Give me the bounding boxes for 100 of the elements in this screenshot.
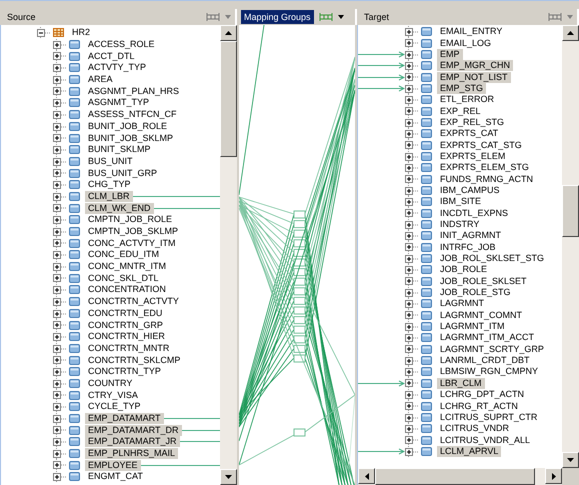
expand-icon[interactable]: [53, 156, 67, 168]
table-name[interactable]: EMP: [437, 48, 463, 60]
expand-icon[interactable]: [405, 241, 419, 254]
table-name[interactable]: CONC_ACTVTY_ITM: [85, 238, 179, 249]
expand-icon[interactable]: [53, 448, 67, 460]
expand-icon[interactable]: [53, 366, 67, 378]
table-name[interactable]: INTRFC_JOB: [437, 242, 499, 253]
table-name[interactable]: CONC_MNTR_ITM: [85, 261, 169, 272]
expand-icon[interactable]: [405, 82, 419, 94]
expand-icon[interactable]: [405, 218, 419, 230]
table-name[interactable]: JOB_ROLE_STG: [437, 287, 514, 298]
expand-icon[interactable]: [405, 422, 419, 435]
expand-icon[interactable]: [405, 275, 419, 288]
table-name[interactable]: ETL_ERROR: [437, 94, 498, 106]
expand-icon[interactable]: [405, 252, 419, 264]
expand-icon[interactable]: [53, 272, 67, 284]
expand-icon[interactable]: [405, 60, 419, 72]
scroll-down-button[interactable]: [562, 452, 579, 468]
table-name[interactable]: IBM_SITE: [437, 196, 484, 208]
expand-icon[interactable]: [53, 260, 67, 272]
table-name[interactable]: ACTVTY_TYP: [85, 62, 150, 74]
table-name[interactable]: LCHRG_RT_ACTN: [437, 400, 521, 412]
table-name[interactable]: CONCTRTN_GRP: [85, 320, 166, 331]
expand-icon[interactable]: [53, 424, 67, 436]
table-name[interactable]: LAGRMNT_ITM_ACCT: [437, 332, 538, 344]
table-name[interactable]: AREA: [85, 74, 116, 86]
expand-icon[interactable]: [405, 286, 419, 298]
table-name[interactable]: CONCENTRATION: [85, 284, 169, 296]
expand-icon[interactable]: [53, 97, 67, 109]
expand-icon[interactable]: [405, 128, 419, 140]
table-name[interactable]: ASGNMT_TYP: [85, 97, 152, 108]
expand-icon[interactable]: [53, 38, 67, 50]
table-name[interactable]: BUS_UNIT: [85, 156, 136, 167]
table-name[interactable]: BUNIT_JOB_SKLMP: [85, 132, 176, 144]
table-name[interactable]: LAGRMNT: [437, 298, 488, 310]
table-name[interactable]: COUNTRY: [85, 378, 136, 389]
scroll-up-button[interactable]: [220, 25, 237, 41]
expand-icon[interactable]: [53, 50, 67, 62]
table-name[interactable]: CONCTRTN_ACTVTY: [85, 296, 182, 308]
table-name[interactable]: CONCTRTN_EDU: [85, 308, 166, 319]
table-name[interactable]: LAGRMNT_ITM: [437, 321, 508, 332]
expand-icon[interactable]: [53, 132, 67, 144]
expand-icon[interactable]: [53, 342, 67, 354]
expand-icon[interactable]: [405, 184, 419, 196]
table-name[interactable]: JOB_ROLE_SKLSET: [437, 276, 530, 287]
table-name[interactable]: EXP_REL: [437, 106, 484, 117]
expand-icon[interactable]: [53, 226, 67, 238]
table-name[interactable]: LCLM_APRVL: [437, 446, 502, 457]
scrollbar-thumb[interactable]: [562, 185, 579, 237]
expand-icon[interactable]: [405, 94, 419, 106]
expand-icon[interactable]: [53, 202, 67, 214]
scroll-right-button[interactable]: [545, 468, 562, 484]
table-name[interactable]: BUNIT_JOB_ROLE: [85, 120, 170, 132]
expand-icon[interactable]: [405, 343, 419, 356]
table-name[interactable]: EMP_DATAMART_DR: [85, 424, 182, 436]
table-name[interactable]: INDSTRY: [437, 219, 482, 230]
expand-icon[interactable]: [53, 190, 67, 202]
pane-title[interactable]: Mapping Groups: [241, 10, 314, 24]
table-name[interactable]: EMP_DATAMART_JR: [85, 436, 180, 448]
expand-icon[interactable]: [405, 116, 419, 128]
expand-icon[interactable]: [405, 332, 419, 344]
expand-icon[interactable]: [405, 377, 419, 390]
table-name[interactable]: IBM_CAMPUS: [437, 184, 503, 196]
table-name[interactable]: EXPRTS_CAT_STG: [437, 140, 525, 151]
table-name[interactable]: EXP_REL_STG: [437, 116, 508, 128]
expand-icon[interactable]: [405, 412, 419, 424]
expand-icon[interactable]: [53, 62, 67, 74]
expand-icon[interactable]: [405, 388, 419, 401]
table-name[interactable]: EMP_NOT_LIST: [437, 72, 511, 83]
expand-icon[interactable]: [405, 207, 419, 220]
expand-icon[interactable]: [53, 85, 67, 98]
table-name[interactable]: BUS_UNIT_GRP: [85, 168, 160, 179]
expand-icon[interactable]: [405, 37, 419, 49]
table-name[interactable]: INCDTL_EXPNS: [437, 208, 512, 219]
scroll-down-button[interactable]: [220, 469, 237, 485]
expand-icon[interactable]: [53, 178, 67, 191]
table-name[interactable]: ASGNMT_PLAN_HRS: [85, 86, 182, 97]
scrollbar-thumb[interactable]: [375, 468, 535, 485]
table-name[interactable]: CLM_WK_END: [85, 202, 154, 214]
expand-icon[interactable]: [53, 330, 67, 343]
table-name[interactable]: CONCTRTN_HIER: [85, 331, 168, 342]
table-name[interactable]: LCITRUS_VNDR_ALL: [437, 434, 534, 446]
expand-icon[interactable]: [53, 354, 67, 366]
expand-icon[interactable]: [53, 401, 67, 413]
table-name[interactable]: INIT_AGRMNT: [437, 230, 504, 242]
expand-icon[interactable]: [53, 296, 67, 308]
table-name[interactable]: EMPLOYEE: [85, 460, 141, 471]
expand-icon[interactable]: [405, 446, 419, 458]
expand-icon[interactable]: [405, 366, 419, 378]
expand-icon[interactable]: [405, 26, 419, 38]
expand-icon[interactable]: [405, 320, 419, 332]
expand-icon[interactable]: [53, 237, 67, 250]
table-name[interactable]: ACCESS_ROLE: [85, 39, 158, 50]
table-name[interactable]: CTRY_VISA: [85, 390, 141, 401]
table-name[interactable]: EXPRTS_CAT: [437, 128, 502, 140]
expand-icon[interactable]: [53, 284, 67, 296]
pane-title[interactable]: Source: [4, 10, 39, 24]
table-name[interactable]: EMP_STG: [437, 82, 486, 94]
scroll-up-button[interactable]: [562, 25, 579, 41]
expand-icon[interactable]: [53, 459, 67, 472]
